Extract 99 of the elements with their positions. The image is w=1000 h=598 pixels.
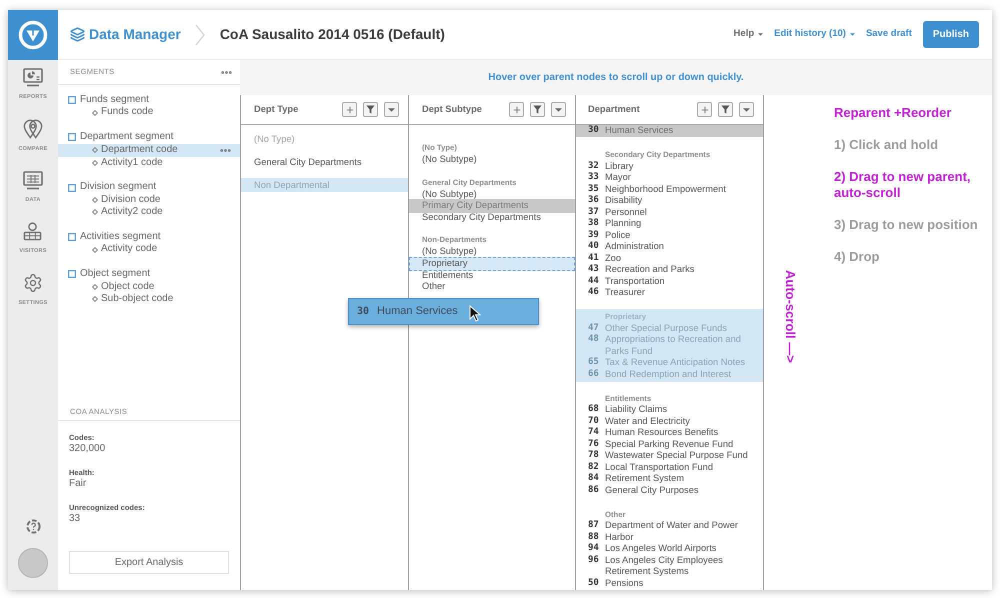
list-item[interactable]: 32 Library: [588, 160, 638, 172]
filter-icon: [533, 105, 542, 114]
list-item[interactable]: General City Departments: [254, 155, 362, 169]
map-pin-icon: [22, 119, 43, 139]
stat-value: Fair: [69, 478, 86, 490]
list-item[interactable]: 33 Mayor: [588, 172, 635, 184]
list-item[interactable]: 87 Department of Water and Power: [588, 520, 742, 532]
plus-icon: [700, 104, 710, 114]
monitor-grid-icon: [22, 171, 43, 190]
tree-item[interactable]: Object segment: [68, 268, 150, 281]
list-item[interactable]: 94 Los Angeles World Airports: [588, 543, 720, 554]
column-title: Department: [588, 102, 640, 116]
list-item[interactable]: 78 Wastewater Special Purpose Fund: [588, 450, 752, 462]
tree-item[interactable]: Object code: [92, 280, 154, 294]
instruction-step: 3) Drag to new position: [834, 217, 978, 233]
tree-item[interactable]: Funds segment: [68, 94, 149, 106]
tree-item[interactable]: Department code: [58, 144, 240, 157]
list-item[interactable]: Entitlements: [422, 270, 474, 282]
list-item[interactable]: Proprietary: [409, 256, 575, 271]
caret-icon: [743, 108, 750, 112]
instruction-step: 1) Click and hold: [834, 137, 938, 153]
tree-item[interactable]: Department segment: [68, 131, 174, 144]
list-item[interactable]: Secondary City Departments: [422, 212, 541, 224]
list-item[interactable]: 88 Harbor: [588, 532, 638, 543]
dropdown-button[interactable]: [384, 102, 399, 117]
plus-icon: [344, 104, 354, 114]
list-item[interactable]: 30 Human Services: [576, 125, 763, 136]
settings-icon: [22, 273, 43, 293]
instructions-title: Reparent +Reorder: [834, 105, 952, 121]
add-button[interactable]: [697, 102, 712, 117]
menu-button[interactable]: Help: [734, 27, 764, 42]
diamond-icon: [92, 246, 98, 253]
square-icon: [68, 270, 76, 278]
list-item[interactable]: 38 Planning: [588, 218, 646, 230]
square-icon: [68, 96, 76, 104]
list-item[interactable]: 40 Administration: [588, 241, 668, 252]
cursor-icon: [469, 305, 481, 322]
tree-item[interactable]: Funds code: [92, 106, 154, 119]
list-item[interactable]: 68 Liability Claims: [588, 404, 671, 416]
add-button[interactable]: [509, 102, 524, 117]
add-button[interactable]: [342, 102, 357, 117]
caret-icon: [388, 108, 395, 112]
tree-item[interactable]: Activities segment: [68, 231, 161, 244]
filter-icon: [721, 105, 730, 114]
instruction-step: 2) Drag to new parent, auto-scroll: [834, 169, 989, 201]
tree-item[interactable]: Activity1 code: [92, 156, 163, 170]
stat-value: 33: [69, 513, 80, 525]
dropdown-button[interactable]: [551, 102, 566, 117]
list-item[interactable]: (No Subtype): [422, 246, 477, 258]
list-item[interactable]: 70 Water and Electricity: [588, 416, 694, 427]
list-item[interactable]: 43 Recreation and Parks: [588, 264, 698, 276]
tree-item[interactable]: Division code: [92, 194, 160, 206]
column-title: Dept Type: [254, 102, 298, 116]
list-item[interactable]: (No Subtype): [422, 154, 477, 166]
monitor-chart-icon: [22, 68, 43, 87]
tree-item[interactable]: Activity2 code: [92, 206, 163, 219]
tree-item[interactable]: Sub-object code: [92, 293, 174, 306]
list-item[interactable]: 35 Neighborhood Empowerment: [588, 184, 730, 195]
list-item[interactable]: 74 Human Resources Benefits: [588, 427, 722, 438]
drag-preview: 30 Human Services: [348, 298, 539, 325]
tree-item[interactable]: Activity code: [92, 243, 158, 256]
dropdown-button[interactable]: [739, 102, 754, 117]
help-icon[interactable]: [26, 519, 40, 534]
list-item[interactable]: 46 Treasurer: [588, 287, 649, 298]
notice-text: Hover over parent nodes to scroll up or down quickly.: [488, 71, 744, 85]
filter-icon: [366, 105, 375, 114]
list-item[interactable]: 82 Local Transportation Fund: [588, 462, 718, 473]
list-item[interactable]: 96 Los Angeles City Employees Retirement Systems: [588, 554, 763, 578]
filter-button[interactable]: [363, 102, 378, 117]
list-item[interactable]: (No Subtype): [422, 188, 477, 200]
list-item[interactable]: Other: [422, 281, 446, 293]
logo-icon[interactable]: [8, 10, 58, 60]
caret-icon: [555, 108, 562, 112]
square-icon: [68, 233, 76, 242]
list-item[interactable]: 41 Zoo: [588, 252, 626, 264]
plus-icon: [512, 104, 522, 114]
list-item[interactable]: 44 Transportation: [588, 276, 669, 287]
list-item[interactable]: 76 Special Parking Revenue Fund: [588, 438, 738, 450]
side-note: Auto-scroll —>: [783, 270, 797, 363]
stat-value: 320,000: [69, 443, 106, 455]
document-title: CoA Sausalito 2014 0516 (Default): [220, 25, 445, 44]
list-item[interactable]: 39 Police: [588, 230, 634, 241]
list-item[interactable]: 86 General City Purposes: [588, 484, 703, 496]
square-icon: [68, 184, 76, 192]
tree-item[interactable]: Division segment: [68, 181, 156, 194]
export-button[interactable]: Export Analysis: [69, 551, 229, 574]
square-icon: [68, 133, 76, 142]
list-item[interactable]: 50 Pensions: [588, 578, 648, 589]
column-title: Dept Subtype: [422, 102, 482, 116]
list-item[interactable]: 37 Personnel: [588, 206, 651, 218]
filter-button[interactable]: [718, 102, 733, 117]
filter-button[interactable]: [530, 102, 545, 117]
layers-icon: [70, 27, 85, 42]
chevron-icon: [194, 24, 205, 46]
instruction-step: 4) Drop: [834, 249, 880, 265]
diamond-icon: [92, 110, 98, 116]
list-item[interactable]: 84 Retirement System: [588, 473, 688, 484]
person-icon: [23, 222, 42, 241]
list-item[interactable]: 36 Disability: [588, 195, 646, 206]
